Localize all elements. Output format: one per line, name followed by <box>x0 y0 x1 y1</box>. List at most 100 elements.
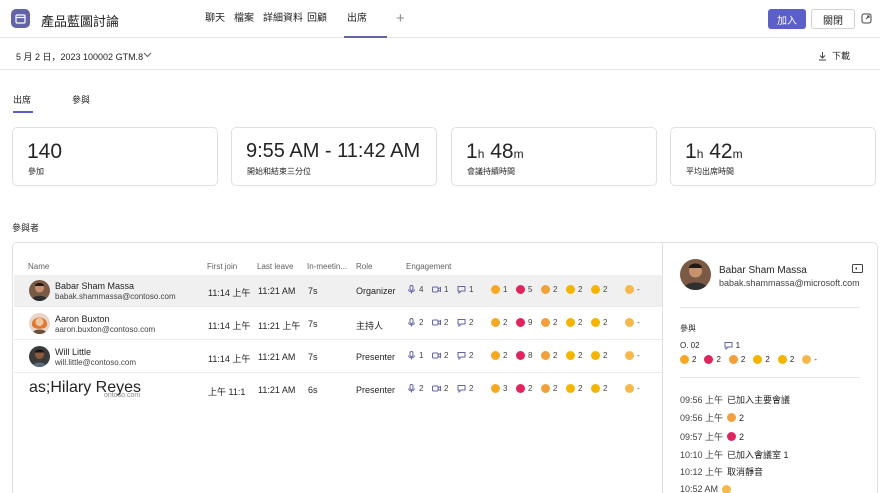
column-header-in-meeting[interactable]: In-meetin... <box>307 262 347 271</box>
laugh-reaction: 2 <box>566 318 582 327</box>
in-meeting-cell: 7s <box>308 319 318 329</box>
mic-icon <box>408 351 415 360</box>
last-leave-cell: 11:21 上午 <box>258 321 301 331</box>
clap-icon <box>728 355 738 364</box>
clap-icon <box>541 285 550 294</box>
like-icon <box>680 355 689 364</box>
detail-name: Babar Sham Massa <box>719 265 807 276</box>
column-header-name[interactable]: Name <box>28 262 49 271</box>
role-cell: Presenter <box>356 385 396 395</box>
like-icon <box>491 384 500 393</box>
raise-hand-icon <box>625 318 634 327</box>
tab-details[interactable]: 詳細資料 <box>263 0 303 38</box>
participant-name: as;Hilary Reyes <box>29 379 142 396</box>
date-selector[interactable]: 5 月 2 日，2023 100002 GTM.8 <box>16 50 143 63</box>
clap-icon <box>541 384 550 393</box>
table-row[interactable]: Babar Sham Massa babak.shammassa@contoso… <box>14 275 662 307</box>
column-header-role[interactable]: Role <box>356 262 372 271</box>
chat-stat: 2 <box>457 351 473 360</box>
tab-recap[interactable]: 回顧 <box>307 0 327 38</box>
join-button[interactable]: 加入 <box>768 9 806 29</box>
laugh-reaction: 2 <box>566 285 582 294</box>
heart-reaction: 8 <box>516 351 532 360</box>
camera-icon <box>432 319 441 326</box>
like-icon <box>491 285 500 294</box>
column-header-last-leave[interactable]: Last leave <box>257 262 293 271</box>
surprise-reaction: 2 <box>591 318 607 327</box>
raise-hand-stat: - <box>625 384 640 393</box>
chevron-down-icon[interactable] <box>143 50 152 59</box>
tab-attendance[interactable]: 出席 <box>344 0 387 38</box>
first-join-cell: 11:14 上午 <box>208 354 251 364</box>
avatar <box>680 259 711 290</box>
subtab-engagement[interactable]: 參與 <box>72 93 90 113</box>
raise-hand-stat: - <box>625 318 640 327</box>
activity-item: 09:56 上午 2 <box>680 412 745 424</box>
detail-reactions: 2 2 2 2 2 - <box>680 355 817 364</box>
mic-stat: 1 <box>407 351 423 360</box>
camera-icon <box>432 286 441 293</box>
close-button[interactable]: 關閉 <box>811 9 855 29</box>
stat-value: 1h 48m <box>466 140 524 163</box>
heart-reaction: 5 <box>516 285 532 294</box>
column-header-engagement[interactable]: Engagement <box>406 262 451 271</box>
raise-hand-icon <box>625 384 634 393</box>
participant-name: Aaron Buxton <box>55 314 110 324</box>
popout-icon[interactable] <box>861 13 872 24</box>
stat-label: 平均出席時間 <box>686 167 734 176</box>
app-header: 產品藍圖討論 聊天 檔案 詳細資料 回顧 出席 + 加入 關閉 <box>0 0 880 38</box>
collapse-panel-icon[interactable] <box>852 264 863 273</box>
surprise-reaction: 2 <box>591 351 607 360</box>
surprise-icon <box>591 384 600 393</box>
heart-icon <box>727 432 737 441</box>
table-row[interactable]: ontoso.com as;Hilary Reyes 上午 11:1 11:21… <box>14 374 662 406</box>
date-filter-bar: 5 月 2 日，2023 100002 GTM.8 下載 <box>0 38 880 70</box>
laugh-icon <box>566 384 575 393</box>
laugh-reaction: 2 <box>566 351 582 360</box>
heart-icon <box>516 384 525 393</box>
stat-card-time-range: 9:55 AM - 11:42 AM 開始和結束三分位 <box>231 127 437 186</box>
tab-bar: 聊天 檔案 詳細資料 回顧 出席 <box>205 0 387 38</box>
raise-hand-icon <box>625 285 634 294</box>
chat-icon <box>457 319 466 327</box>
attendance-subtabs: 出席 參與 <box>13 93 131 113</box>
detail-chat-count: 1 <box>735 341 741 350</box>
raise-hand-icon <box>625 351 634 360</box>
clap-icon <box>541 318 550 327</box>
download-button[interactable]: 下載 <box>818 49 850 62</box>
table-row[interactable]: Aaron Buxton aaron.buxton@contoso.com 11… <box>14 308 662 340</box>
tab-chat[interactable]: 聊天 <box>205 0 225 38</box>
detail-media-stats: O. 02 1 <box>680 341 740 350</box>
mic-stat: 4 <box>407 285 423 294</box>
divider <box>680 307 860 308</box>
mic-icon <box>408 318 415 327</box>
stat-value: 140 <box>27 140 63 163</box>
column-header-first-join[interactable]: First join <box>207 262 237 271</box>
add-tab-icon[interactable]: + <box>396 10 405 27</box>
tab-files[interactable]: 檔案 <box>234 0 254 38</box>
calendar-icon <box>11 9 30 28</box>
role-cell: Organizer <box>356 286 396 296</box>
subtab-attendance[interactable]: 出席 <box>13 93 34 113</box>
activity-item: 10:10 上午 已加入會議室 1 <box>680 450 789 460</box>
raise-hand-stat: - <box>625 351 640 360</box>
surprise-icon <box>591 351 600 360</box>
engagement-heading: 參與 <box>680 324 696 333</box>
table-row[interactable]: Will Little will.little@contoso.com 11:1… <box>14 341 662 373</box>
detail-email: babak.shammassa@microsoft.com <box>719 278 860 288</box>
avatar <box>29 280 50 301</box>
chat-stat: 2 <box>457 384 473 393</box>
clap-reaction: 2 <box>541 351 557 360</box>
chat-icon <box>457 352 466 360</box>
participant-detail-panel: Babar Sham Massa babak.shammassa@microso… <box>664 243 877 493</box>
participant-email: aaron.buxton@contoso.com <box>55 325 156 334</box>
laugh-icon <box>566 285 575 294</box>
meeting-title: 產品藍圖討論 <box>41 14 120 29</box>
mic-stat: 2 <box>407 384 423 393</box>
chat-icon <box>724 342 733 350</box>
stat-card-duration: 1h 48m 會議持續時間 <box>451 127 657 186</box>
raise-hand-stat: - <box>625 285 640 294</box>
camera-stat: 2 <box>432 384 448 393</box>
detail-mic-count: O. 02 <box>680 341 700 350</box>
laugh-icon <box>566 351 575 360</box>
